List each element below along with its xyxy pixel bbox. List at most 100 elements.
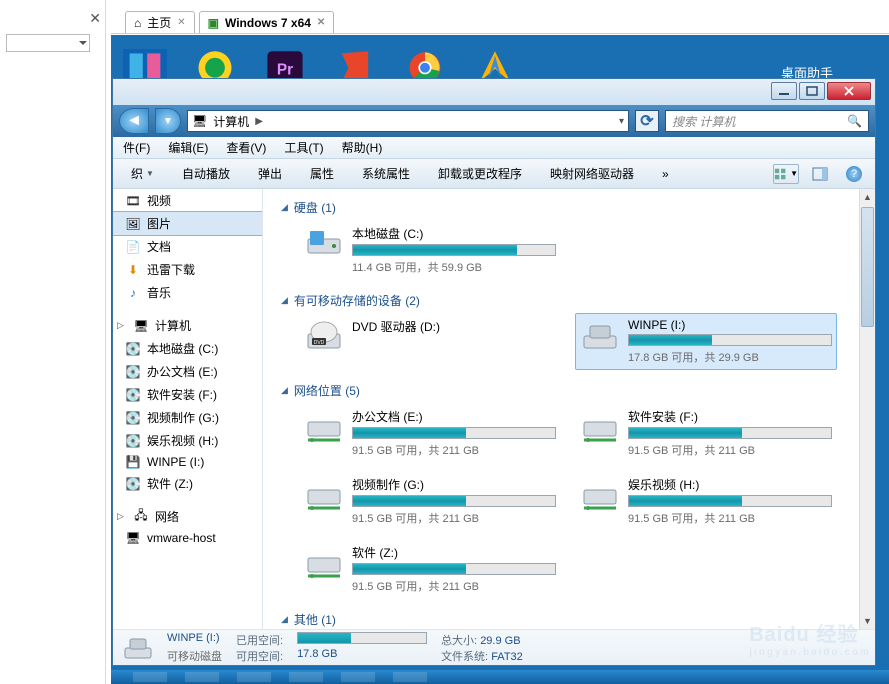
details-free-value: 17.8 GB (297, 648, 427, 664)
menu-tools[interactable]: 工具(T) (276, 137, 331, 158)
details-pane: WINPE (I:) 已用空间: 总大小: 29.9 GB 可移动磁盘 可用空间… (113, 629, 875, 665)
menu-file[interactable]: 件(F) (115, 137, 158, 158)
sidebar-item-thunder[interactable]: ⬇迅雷下载 (113, 258, 262, 281)
command-bar: 织▼ 自动播放 弹出 属性 系统属性 卸载或更改程序 映射网络驱动器 » ▼ ? (113, 159, 875, 189)
sidebar-item-documents[interactable]: 📄文档 (113, 235, 262, 258)
cmd-properties[interactable]: 属性 (300, 163, 344, 184)
scroll-down-icon[interactable]: ▼ (860, 613, 875, 629)
tab-close-icon[interactable]: ✕ (177, 17, 185, 28)
sidebar-item-videos[interactable]: 🎞视频 (113, 189, 262, 212)
scroll-thumb[interactable] (861, 207, 874, 327)
tab-home[interactable]: ⌂ 主页 ✕ (125, 11, 195, 33)
details-free-key: 可用空间: (236, 648, 283, 664)
drive-z[interactable]: 软件 (Z:)91.5 GB 可用，共 211 GB (299, 539, 561, 599)
cmd-mapdrive[interactable]: 映射网络驱动器 (540, 163, 644, 184)
section-other[interactable]: ◢其他 (1) (275, 607, 871, 629)
breadcrumb[interactable]: 计算机 (213, 113, 249, 130)
cmd-sysprops[interactable]: 系统属性 (352, 163, 420, 184)
pc-icon: 🖥 (125, 531, 141, 545)
drive-winpe[interactable]: WINPE (I:) 17.8 GB 可用，共 29.9 GB (575, 313, 837, 370)
usb-icon: 💾 (125, 455, 141, 469)
cmd-uninstall[interactable]: 卸载或更改程序 (428, 163, 532, 184)
svg-text:DVD: DVD (314, 340, 325, 346)
sidebar-drive-c[interactable]: 💽本地磁盘 (C:) (113, 337, 262, 360)
help-button[interactable]: ? (841, 164, 867, 184)
netdrive-icon: 💽 (125, 388, 141, 402)
nav-back-button[interactable]: ◄ (119, 108, 149, 134)
cmd-eject[interactable]: 弹出 (248, 163, 292, 184)
computer-icon: 🖥 (133, 319, 149, 333)
maximize-button[interactable] (799, 82, 825, 100)
sidebar-drive-h[interactable]: 💽娱乐视频 (H:) (113, 429, 262, 452)
chevron-right-icon[interactable]: ▶ (255, 116, 263, 127)
hdd-icon (304, 225, 344, 261)
refresh-button[interactable]: ⟳ (635, 110, 659, 132)
picture-icon: 🖼 (125, 217, 141, 231)
netdrive-icon: 💽 (125, 477, 141, 491)
sidebar-drive-g[interactable]: 💽视频制作 (G:) (113, 406, 262, 429)
vertical-scrollbar[interactable]: ▲ ▼ (859, 189, 875, 629)
preview-pane-button[interactable] (807, 164, 833, 184)
sidebar-drive-f[interactable]: 💽软件安装 (F:) (113, 383, 262, 406)
scroll-up-icon[interactable]: ▲ (860, 189, 875, 205)
netdrive-icon (304, 408, 344, 444)
usage-bar (628, 334, 832, 346)
vm-icon: ▣ (208, 16, 219, 30)
drive-g[interactable]: 视频制作 (G:)91.5 GB 可用，共 211 GB (299, 471, 561, 531)
organize-button[interactable]: 织▼ (121, 163, 164, 184)
netdrive-icon: 💽 (125, 411, 141, 425)
minimize-button[interactable] (771, 82, 797, 100)
address-bar[interactable]: 🖥 计算机 ▶ ▾ (187, 110, 629, 132)
dvd-icon: DVD (304, 318, 344, 354)
section-hdd[interactable]: ◢硬盘 (1) (275, 195, 871, 220)
cmd-autoplay[interactable]: 自动播放 (172, 163, 240, 184)
video-icon: 🎞 (125, 194, 141, 208)
menu-bar: 件(F) 编辑(E) 查看(V) 工具(T) 帮助(H) (113, 137, 875, 159)
host-left-panel: ✕ (0, 0, 106, 684)
section-removable[interactable]: ◢有可移动存储的设备 (2) (275, 288, 871, 313)
menu-edit[interactable]: 编辑(E) (160, 137, 216, 158)
menu-help[interactable]: 帮助(H) (334, 137, 391, 158)
sidebar-drive-i[interactable]: 💾WINPE (I:) (113, 452, 262, 472)
collapse-icon: ◢ (281, 202, 288, 213)
drive-c[interactable]: 本地磁盘 (C:) 11.4 GB 可用，共 59.9 GB (299, 220, 561, 280)
menu-view[interactable]: 查看(V) (218, 137, 274, 158)
netdrive-icon (580, 408, 620, 444)
netdrive-icon (304, 544, 344, 580)
sidebar-network-host[interactable]: 🖥vmware-host (113, 528, 262, 548)
collapse-icon: ◢ (281, 295, 288, 306)
usage-bar (352, 244, 556, 256)
sidebar-drive-e[interactable]: 💽办公文档 (E:) (113, 360, 262, 383)
drive-e[interactable]: 办公文档 (E:)91.5 GB 可用，共 211 GB (299, 403, 561, 463)
collapse-icon: ◢ (281, 614, 288, 625)
sidebar-item-computer[interactable]: ▷🖥计算机 (113, 314, 262, 337)
music-icon: ♪ (125, 286, 141, 300)
titlebar[interactable] (113, 79, 875, 105)
chevron-down-icon[interactable]: ▾ (619, 116, 624, 127)
cmd-more[interactable]: » (652, 165, 679, 183)
drive-f[interactable]: 软件安装 (F:)91.5 GB 可用，共 211 GB (575, 403, 837, 463)
sidebar-item-pictures[interactable]: 🖼图片 (113, 211, 262, 236)
drive-dvd[interactable]: DVD DVD 驱动器 (D:) (299, 313, 561, 370)
host-dropdown[interactable] (6, 34, 90, 52)
close-icon[interactable]: ✕ (89, 10, 101, 27)
drive-h[interactable]: 娱乐视频 (H:)91.5 GB 可用，共 211 GB (575, 471, 837, 531)
close-button[interactable] (827, 82, 871, 100)
section-network[interactable]: ◢网络位置 (5) (275, 378, 871, 403)
tab-label: 主页 (147, 14, 171, 31)
content-pane: ◢硬盘 (1) 本地磁盘 (C:) 11.4 GB 可用，共 59.9 GB ◢… (263, 189, 875, 629)
netdrive-icon (304, 476, 344, 512)
search-input[interactable]: 搜索 计算机 🔍 (665, 110, 869, 132)
guest-taskbar[interactable] (111, 670, 889, 684)
nav-forward-button[interactable]: ▼ (155, 108, 181, 134)
tab-vm[interactable]: ▣ Windows 7 x64 ✕ (199, 11, 335, 33)
doc-icon: 📄 (125, 240, 141, 254)
tab-close-icon[interactable]: ✕ (317, 17, 325, 28)
netdrive-icon: 💽 (125, 434, 141, 448)
details-type: 可移动磁盘 (167, 648, 222, 664)
view-mode-button[interactable]: ▼ (773, 164, 799, 184)
sidebar-item-music[interactable]: ♪音乐 (113, 281, 262, 304)
sidebar-drive-z[interactable]: 💽软件 (Z:) (113, 472, 262, 495)
host-tabs: ⌂ 主页 ✕ ▣ Windows 7 x64 ✕ (111, 10, 889, 34)
sidebar-item-network[interactable]: ▷🖧网络 (113, 505, 262, 528)
